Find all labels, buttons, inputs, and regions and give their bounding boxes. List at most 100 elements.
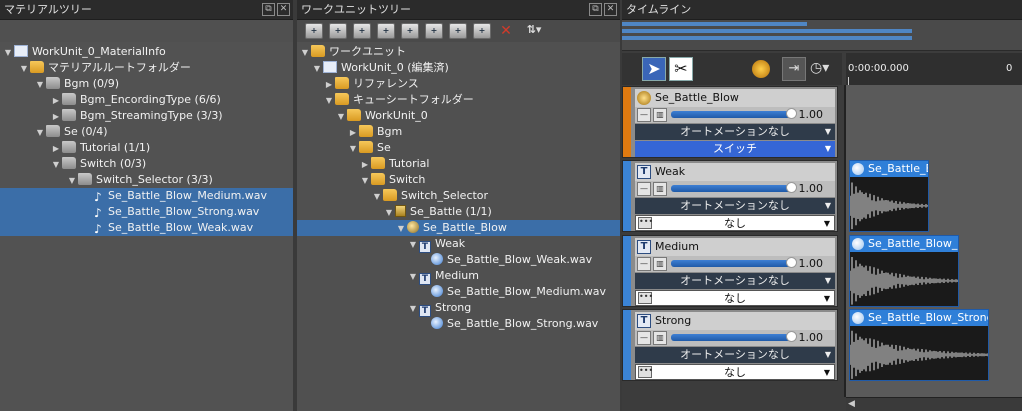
tree-row[interactable]: ▼ Switch (0/3): [50, 156, 146, 172]
expand-toggle-icon[interactable]: ▼: [395, 221, 407, 237]
close-icon[interactable]: ✕: [604, 3, 617, 16]
horizontal-scrollbar[interactable]: ◀: [846, 397, 1022, 411]
volume-slider[interactable]: [671, 108, 797, 119]
track-name[interactable]: Se_Battle_Blow: [635, 89, 835, 107]
expand-toggle-icon[interactable]: ▶: [323, 77, 335, 93]
expand-toggle-icon[interactable]: ▼: [2, 45, 14, 61]
clock-icon[interactable]: ◷▾: [810, 57, 834, 81]
expand-toggle-icon[interactable]: ▼: [359, 173, 371, 189]
timeline-overview[interactable]: [622, 20, 1022, 51]
solo-icon[interactable]: ▥: [653, 331, 667, 345]
track-name[interactable]: T Medium: [635, 238, 835, 256]
tree-row[interactable]: ▼ Switch_Selector (3/3): [66, 172, 213, 188]
tree-row[interactable]: ♪ Se_Battle_Blow_Medium.wav: [0, 188, 293, 204]
tree-row[interactable]: ▼ キューシートフォルダー: [323, 92, 474, 108]
volume-knob[interactable]: [786, 331, 797, 342]
volume-slider[interactable]: [671, 331, 797, 342]
tree-row[interactable]: ▼ Switch_Selector: [371, 188, 488, 204]
expand-toggle-icon[interactable]: ▼: [311, 61, 323, 77]
automation-dropdown[interactable]: オートメーションなし ▼: [635, 124, 835, 140]
tree-row[interactable]: ▼ T Weak: [407, 236, 465, 253]
expand-toggle-icon[interactable]: ▼: [335, 109, 347, 125]
more-icon[interactable]: •••: [638, 217, 653, 229]
tree-row[interactable]: Se_Battle_Blow_Strong.wav: [419, 316, 598, 332]
automation-dropdown[interactable]: オートメーションなし ▼: [635, 198, 835, 214]
waveform-clip[interactable]: Se_Battle_B: [849, 160, 929, 232]
mute-icon[interactable]: —: [637, 182, 651, 196]
expand-toggle-icon[interactable]: ▼: [407, 237, 419, 253]
expand-toggle-icon[interactable]: ▼: [371, 189, 383, 205]
switch-dropdown[interactable]: ••• なし ▼: [635, 290, 835, 306]
tree-row[interactable]: ▼ WorkUnit_0 (編集済): [311, 60, 449, 76]
new-folder-icon[interactable]: +: [329, 23, 347, 39]
track-header[interactable]: Se_Battle_Blow — ▥ 1.00 オートメーションなし ▼ スイッチ ▼: [622, 86, 838, 158]
delete-icon[interactable]: ✕: [497, 23, 515, 39]
follow-icon[interactable]: ⇥: [782, 57, 806, 81]
expand-toggle-icon[interactable]: ▼: [407, 301, 419, 317]
solo-icon[interactable]: ▥: [653, 257, 667, 271]
expand-toggle-icon[interactable]: ▼: [34, 77, 46, 93]
expand-toggle-icon[interactable]: ▼: [18, 61, 30, 77]
mute-icon[interactable]: —: [637, 331, 651, 345]
tree-row[interactable]: ▼ Se (0/4): [34, 124, 108, 140]
expand-toggle-icon[interactable]: ▼: [347, 141, 359, 157]
sort-icon[interactable]: ⇅▾: [521, 23, 547, 39]
expand-toggle-icon[interactable]: ▼: [34, 125, 46, 141]
expand-toggle-icon[interactable]: ▶: [50, 109, 62, 125]
tree-row[interactable]: ▶ Tutorial: [359, 156, 429, 172]
new-material-icon[interactable]: +: [425, 23, 443, 39]
waveform-clip[interactable]: Se_Battle_Blow_Strong: [849, 309, 989, 381]
expand-toggle-icon[interactable]: ▼: [407, 269, 419, 285]
scroll-left-icon[interactable]: ◀: [848, 399, 855, 409]
switch-dropdown[interactable]: スイッチ ▼: [635, 141, 835, 157]
tree-row[interactable]: ▼ Se_Battle_Blow: [297, 220, 620, 236]
waveform-clip[interactable]: Se_Battle_Blow_M: [849, 235, 959, 307]
expand-toggle-icon[interactable]: ▶: [50, 141, 62, 157]
track-name[interactable]: T Strong: [635, 312, 835, 330]
tree-row[interactable]: ▼ Se: [347, 140, 391, 156]
switch-dropdown[interactable]: ••• なし ▼: [635, 364, 835, 380]
new-workunit-icon[interactable]: +: [305, 23, 323, 39]
more-icon[interactable]: •••: [638, 292, 653, 304]
expand-toggle-icon[interactable]: ▶: [50, 93, 62, 109]
expand-toggle-icon[interactable]: ▼: [50, 157, 62, 173]
tree-row[interactable]: Se_Battle_Blow_Medium.wav: [419, 284, 606, 300]
tree-row[interactable]: ♪ Se_Battle_Blow_Strong.wav: [0, 204, 293, 220]
tree-row[interactable]: ♪ Se_Battle_Blow_Weak.wav: [0, 220, 293, 236]
tree-row[interactable]: ▼ T Strong: [407, 300, 471, 317]
float-icon[interactable]: ⧉: [589, 3, 602, 16]
track-header[interactable]: T Medium — ▥ 1.00 オートメーションなし ▼ ••• なし ▼: [622, 235, 838, 307]
float-icon[interactable]: ⧉: [262, 3, 275, 16]
tree-row[interactable]: ▼ T Medium: [407, 268, 479, 285]
select-cursor-icon[interactable]: ➤: [642, 57, 666, 81]
record-icon[interactable]: [752, 60, 770, 78]
volume-slider[interactable]: [671, 182, 797, 193]
tree-row[interactable]: ▼ WorkUnit_0_MaterialInfo: [2, 44, 166, 60]
mute-icon[interactable]: —: [637, 257, 651, 271]
expand-toggle-icon[interactable]: ▼: [66, 173, 78, 189]
volume-slider[interactable]: [671, 257, 797, 268]
tree-row[interactable]: ▶ Tutorial (1/1): [50, 140, 150, 156]
expand-toggle-icon[interactable]: ▼: [383, 205, 395, 221]
automation-dropdown[interactable]: オートメーションなし ▼: [635, 347, 835, 363]
volume-knob[interactable]: [786, 182, 797, 193]
expand-toggle-icon[interactable]: ▼: [323, 93, 335, 109]
tree-row[interactable]: ▼ マテリアルルートフォルダー: [18, 60, 191, 76]
close-icon[interactable]: ✕: [277, 3, 290, 16]
track-header[interactable]: T Weak — ▥ 1.00 オートメーションなし ▼ ••• なし ▼: [622, 160, 838, 232]
new-cuesheet-icon[interactable]: +: [353, 23, 371, 39]
tree-row[interactable]: Se_Battle_Blow_Weak.wav: [419, 252, 592, 268]
scissors-icon[interactable]: ✂: [669, 57, 693, 81]
solo-icon[interactable]: ▥: [653, 182, 667, 196]
tree-row[interactable]: ▶ Bgm: [347, 124, 402, 140]
more-icon[interactable]: •••: [638, 366, 653, 378]
tree-row[interactable]: ▶ Bgm_StreamingType (3/3): [50, 108, 223, 124]
expand-toggle-icon[interactable]: ▼: [299, 45, 311, 61]
automation-dropdown[interactable]: オートメーションなし ▼: [635, 273, 835, 289]
volume-knob[interactable]: [786, 108, 797, 119]
tree-row[interactable]: ▼ Bgm (0/9): [34, 76, 119, 92]
track-header[interactable]: T Strong — ▥ 1.00 オートメーションなし ▼ ••• なし ▼: [622, 309, 838, 381]
track-name[interactable]: T Weak: [635, 163, 835, 181]
tree-row[interactable]: ▶ リファレンス: [323, 76, 419, 92]
expand-toggle-icon[interactable]: ▶: [347, 125, 359, 141]
